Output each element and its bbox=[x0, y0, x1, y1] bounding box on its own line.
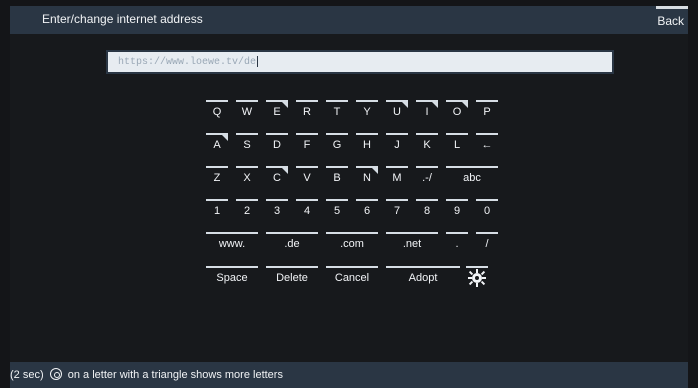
key-2[interactable]: 2 bbox=[236, 199, 258, 221]
key-e[interactable]: E bbox=[266, 100, 288, 122]
status-bar: (2 sec) on a letter with a triangle show… bbox=[10, 362, 688, 388]
key-l[interactable]: L bbox=[446, 133, 468, 155]
top-bar: Enter/change internet address Back bbox=[10, 6, 688, 34]
key-h[interactable]: H bbox=[356, 133, 378, 155]
adopt-button[interactable]: Adopt bbox=[386, 266, 460, 288]
key-0[interactable]: 0 bbox=[476, 199, 498, 221]
key-r[interactable]: R bbox=[296, 100, 318, 122]
key-8[interactable]: 8 bbox=[416, 199, 438, 221]
status-prefix: (2 sec) bbox=[10, 369, 44, 381]
back-button[interactable]: Back bbox=[657, 14, 684, 28]
back-separator bbox=[656, 6, 688, 9]
more-letters-triangle-icon bbox=[220, 133, 228, 141]
more-letters-triangle-icon bbox=[280, 100, 288, 108]
gear-icon bbox=[466, 269, 488, 292]
key-o[interactable]: O bbox=[446, 100, 468, 122]
key-net[interactable]: .net bbox=[386, 232, 438, 254]
key-b[interactable]: B bbox=[326, 166, 348, 188]
page-title: Enter/change internet address bbox=[42, 12, 203, 26]
key-a[interactable]: A bbox=[206, 133, 228, 155]
key-w[interactable]: W bbox=[236, 100, 258, 122]
key-i-label: I bbox=[425, 106, 429, 118]
key-de[interactable]: .de bbox=[266, 232, 318, 254]
key-6[interactable]: 6 bbox=[356, 199, 378, 221]
key-1[interactable]: 1 bbox=[206, 199, 228, 221]
key-slash[interactable]: / bbox=[476, 232, 498, 254]
key-symbols[interactable]: .-/ bbox=[416, 166, 438, 188]
key-5[interactable]: 5 bbox=[326, 199, 348, 221]
space-button[interactable]: Space bbox=[206, 266, 258, 288]
key-com[interactable]: .com bbox=[326, 232, 378, 254]
key-backspace[interactable]: ← bbox=[476, 133, 498, 155]
more-letters-triangle-icon bbox=[430, 100, 438, 108]
key-t[interactable]: T bbox=[326, 100, 348, 122]
key-k[interactable]: K bbox=[416, 133, 438, 155]
ok-button-icon bbox=[49, 368, 62, 380]
key-y[interactable]: Y bbox=[356, 100, 378, 122]
delete-button[interactable]: Delete bbox=[266, 266, 318, 288]
cancel-button[interactable]: Cancel bbox=[326, 266, 378, 288]
key-d[interactable]: D bbox=[266, 133, 288, 155]
more-letters-triangle-icon bbox=[370, 166, 378, 174]
key-s[interactable]: S bbox=[236, 133, 258, 155]
key-9[interactable]: 9 bbox=[446, 199, 468, 221]
virtual-keyboard: Q W E R T Y U I O P A S D F G H J K L ← … bbox=[10, 34, 688, 362]
more-letters-triangle-icon bbox=[460, 100, 468, 108]
key-x[interactable]: X bbox=[236, 166, 258, 188]
content-area: https://www.loewe.tv/de Q W E R T Y U I … bbox=[10, 34, 688, 362]
key-m[interactable]: M bbox=[386, 166, 408, 188]
key-dot[interactable]: . bbox=[446, 232, 468, 254]
key-www[interactable]: www. bbox=[206, 232, 258, 254]
key-c[interactable]: C bbox=[266, 166, 288, 188]
key-z[interactable]: Z bbox=[206, 166, 228, 188]
key-g[interactable]: G bbox=[326, 133, 348, 155]
key-3[interactable]: 3 bbox=[266, 199, 288, 221]
more-letters-triangle-icon bbox=[400, 100, 408, 108]
key-abc[interactable]: abc bbox=[446, 166, 498, 188]
key-f[interactable]: F bbox=[296, 133, 318, 155]
settings-button[interactable] bbox=[466, 266, 488, 288]
key-j[interactable]: J bbox=[386, 133, 408, 155]
key-i[interactable]: I bbox=[416, 100, 438, 122]
key-u[interactable]: U bbox=[386, 100, 408, 122]
status-suffix: on a letter with a triangle shows more l… bbox=[67, 369, 283, 381]
more-letters-triangle-icon bbox=[280, 166, 288, 174]
screen-frame: Enter/change internet address Back https… bbox=[0, 0, 698, 388]
key-7[interactable]: 7 bbox=[386, 199, 408, 221]
status-text: (2 sec) on a letter with a triangle show… bbox=[10, 368, 283, 381]
key-p[interactable]: P bbox=[476, 100, 498, 122]
key-v[interactable]: V bbox=[296, 166, 318, 188]
key-4[interactable]: 4 bbox=[296, 199, 318, 221]
key-n[interactable]: N bbox=[356, 166, 378, 188]
key-q[interactable]: Q bbox=[206, 100, 228, 122]
